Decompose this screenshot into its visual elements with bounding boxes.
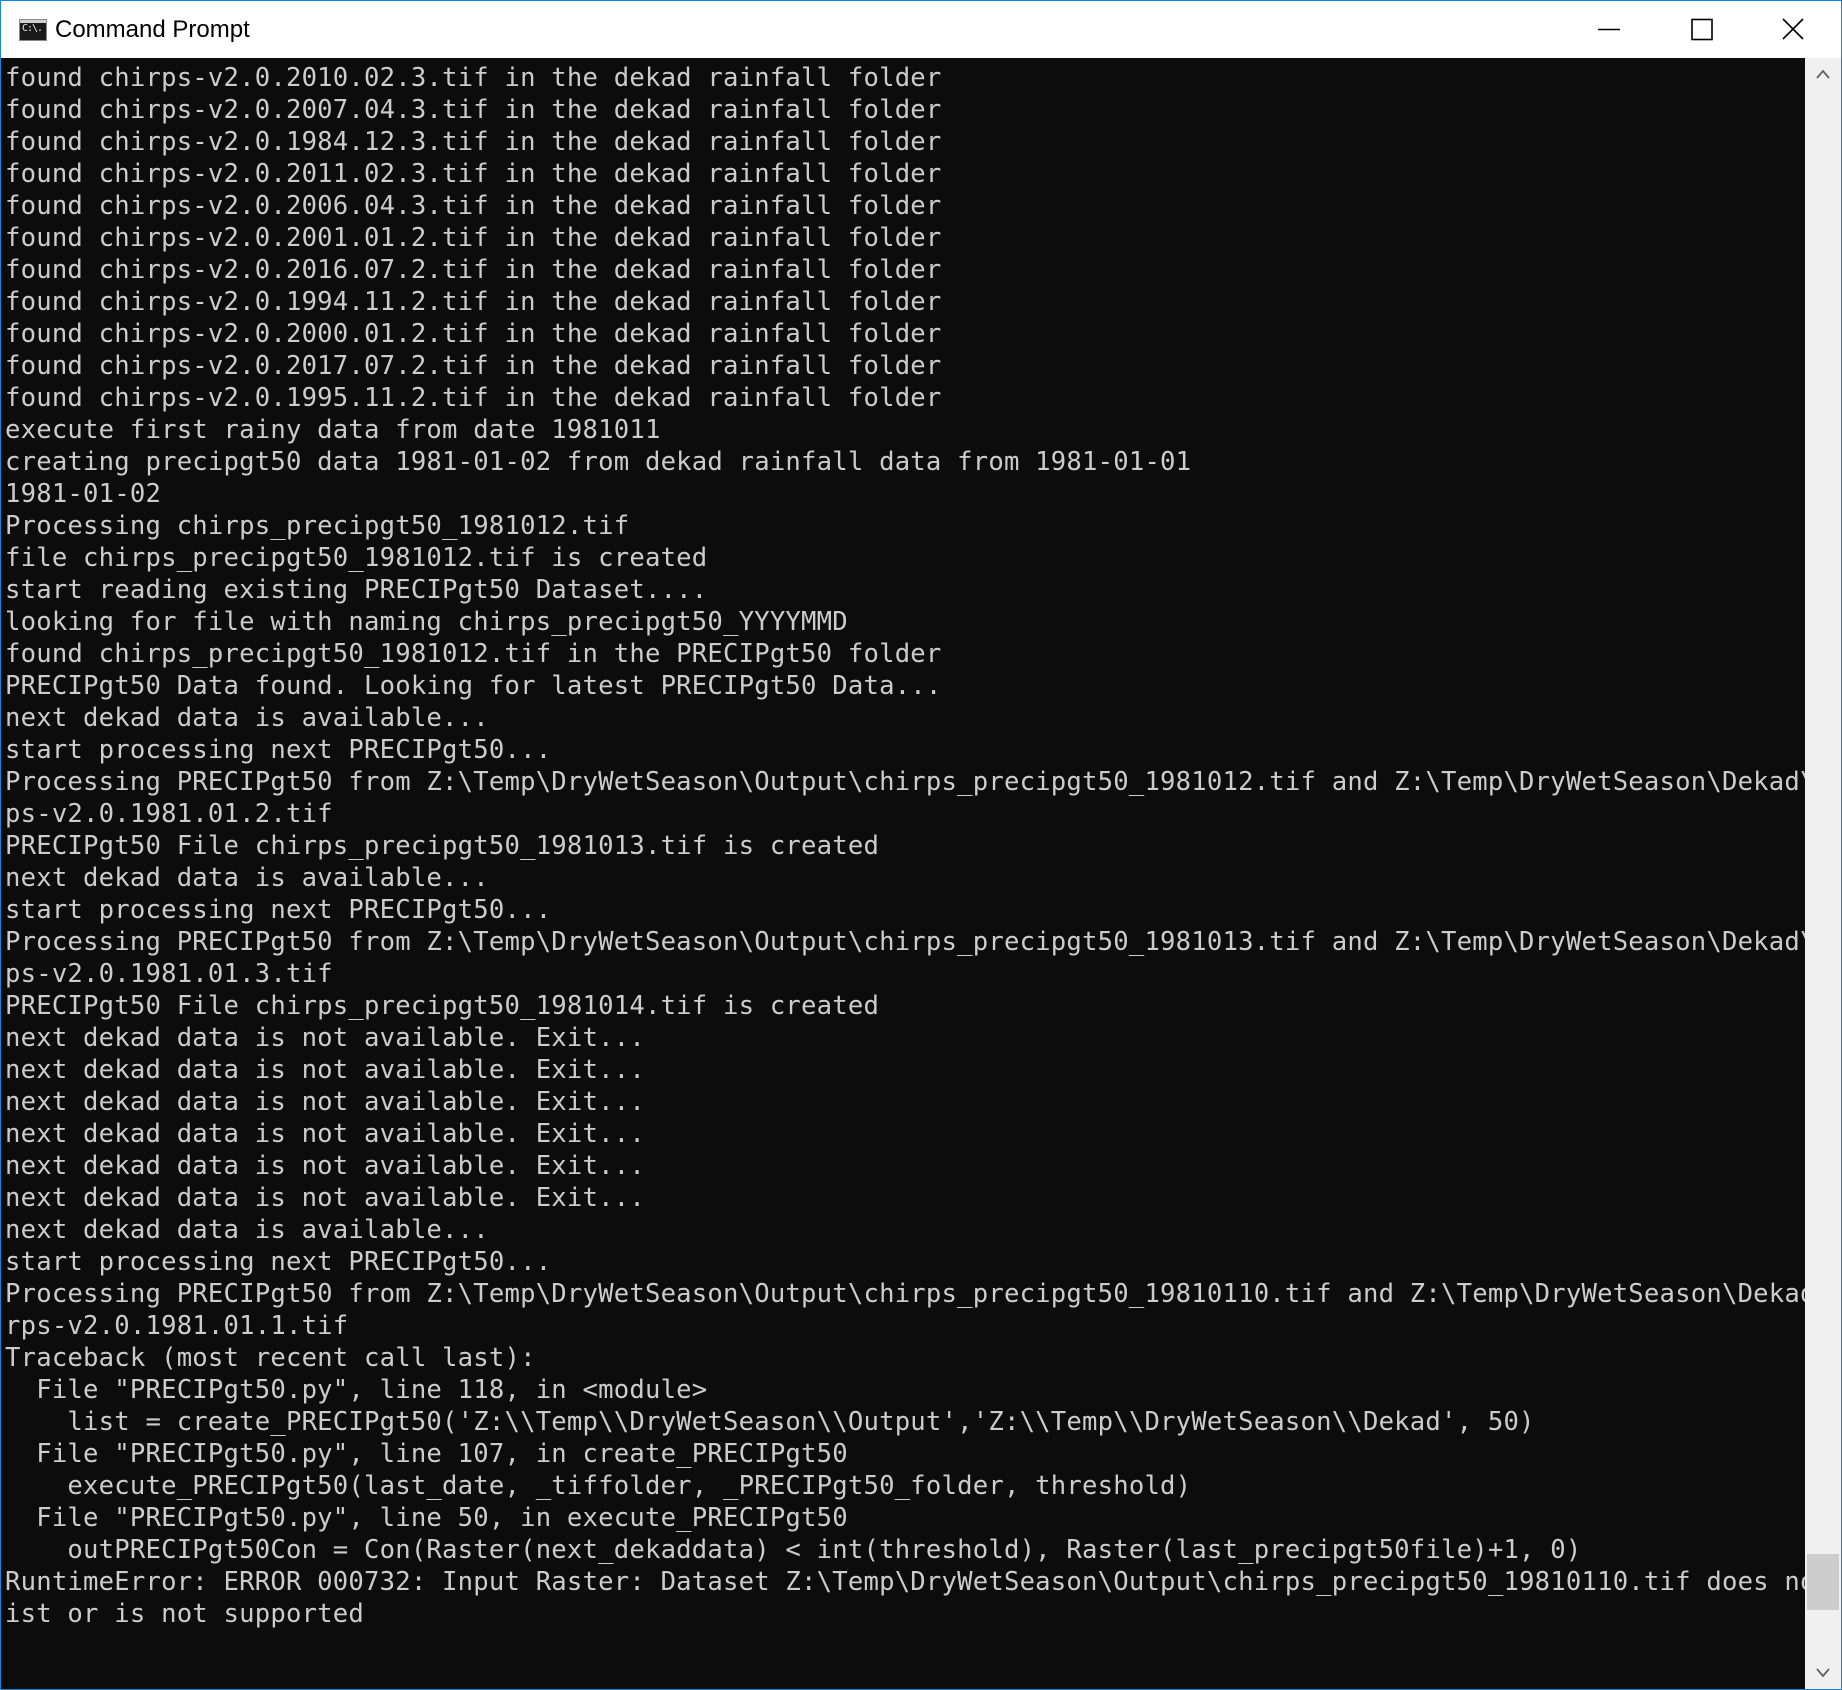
close-icon [1782, 18, 1804, 40]
cmd-icon[interactable]: C:\. [19, 19, 47, 41]
console-line: File "PRECIPgt50.py", line 50, in execut… [5, 1503, 848, 1533]
console-line: Processing PRECIPgt50 from Z:\Temp\DryWe… [5, 767, 1805, 797]
console-line: looking for file with naming chirps_prec… [5, 607, 848, 637]
console-line: start reading existing PRECIPgt50 Datase… [5, 575, 708, 605]
console-line: next dekad data is available... [5, 703, 489, 733]
minimize-icon [1598, 28, 1620, 31]
console-line: Processing PRECIPgt50 from Z:\Temp\DryWe… [5, 1279, 1805, 1309]
console-output-area[interactable]: found chirps-v2.0.2010.02.3.tif in the d… [1, 58, 1805, 1689]
console-line: execute_PRECIPgt50(last_date, _tiffolder… [5, 1471, 1192, 1501]
console-line: next dekad data is not available. Exit..… [5, 1087, 645, 1117]
console-line: next dekad data is not available. Exit..… [5, 1151, 645, 1181]
console-line: ist or is not supported [5, 1599, 365, 1629]
console-line: outPRECIPgt50Con = Con(Raster(next_dekad… [5, 1535, 1582, 1565]
window-title: Command Prompt [55, 16, 250, 43]
console-line: start processing next PRECIPgt50... [5, 895, 552, 925]
scroll-down-arrow-icon [1816, 1668, 1830, 1678]
console-line: next dekad data is not available. Exit..… [5, 1055, 645, 1085]
console-line: next dekad data is available... [5, 1215, 489, 1245]
minimize-button[interactable] [1563, 1, 1655, 58]
cmd-icon-text: C:\. [22, 23, 43, 34]
close-button[interactable] [1747, 1, 1839, 58]
console-line: next dekad data is not available. Exit..… [5, 1119, 645, 1149]
console-line: found chirps-v2.0.2016.07.2.tif in the d… [5, 255, 942, 285]
console-line: next dekad data is available... [5, 863, 489, 893]
console-line: found chirps-v2.0.1984.12.3.tif in the d… [5, 127, 942, 157]
console-line: found chirps-v2.0.2007.04.3.tif in the d… [5, 95, 942, 125]
console-line: file chirps_precipgt50_1981012.tif is cr… [5, 543, 708, 573]
console-line: found chirps-v2.0.2011.02.3.tif in the d… [5, 159, 942, 189]
console-line: found chirps-v2.0.1994.11.2.tif in the d… [5, 287, 942, 317]
console-line: list = create_PRECIPgt50('Z:\\Temp\\DryW… [5, 1407, 1535, 1437]
command-prompt-window: C:\. Command Prompt found chirps-v2.0.20… [0, 0, 1842, 1690]
scroll-down-button[interactable] [1805, 1655, 1841, 1689]
console-line: start processing next PRECIPgt50... [5, 735, 552, 765]
vertical-scrollbar[interactable] [1805, 58, 1841, 1689]
console-line: next dekad data is not available. Exit..… [5, 1183, 645, 1213]
console-line: Processing chirps_precipgt50_1981012.tif [5, 511, 630, 541]
console-line: Processing PRECIPgt50 from Z:\Temp\DryWe… [5, 927, 1805, 957]
console-line: found chirps-v2.0.1995.11.2.tif in the d… [5, 383, 942, 413]
console-line: PRECIPgt50 File chirps_precipgt50_198101… [5, 991, 880, 1021]
console-line: found chirps-v2.0.2000.01.2.tif in the d… [5, 319, 942, 349]
console-line: found chirps_precipgt50_1981012.tif in t… [5, 639, 942, 669]
console-line: found chirps-v2.0.2010.02.3.tif in the d… [5, 63, 942, 93]
scroll-thumb[interactable] [1807, 1553, 1839, 1610]
console-line: PRECIPgt50 File chirps_precipgt50_198101… [5, 831, 880, 861]
title-bar[interactable]: C:\. Command Prompt [1, 1, 1841, 58]
console-line: File "PRECIPgt50.py", line 107, in creat… [5, 1439, 848, 1469]
maximize-button[interactable] [1655, 1, 1747, 58]
console-line: ps-v2.0.1981.01.3.tif [5, 959, 333, 989]
console-line: next dekad data is not available. Exit..… [5, 1023, 645, 1053]
maximize-icon [1691, 18, 1713, 41]
scroll-up-arrow-icon [1816, 69, 1830, 79]
console-line: RuntimeError: ERROR 000732: Input Raster… [5, 1567, 1805, 1597]
console-line: rps-v2.0.1981.01.1.tif [5, 1311, 349, 1341]
console-line: Traceback (most recent call last): [5, 1343, 536, 1373]
console-line: File "PRECIPgt50.py", line 118, in <modu… [5, 1375, 708, 1405]
console-line: 1981-01-02 [5, 479, 162, 509]
console-line: creating precipgt50 data 1981-01-02 from… [5, 447, 1192, 477]
console-line: found chirps-v2.0.2001.01.2.tif in the d… [5, 223, 942, 253]
console-line: ps-v2.0.1981.01.2.tif [5, 799, 333, 829]
console-output: found chirps-v2.0.2010.02.3.tif in the d… [1, 58, 1805, 1630]
console-line: PRECIPgt50 Data found. Looking for lates… [5, 671, 942, 701]
console-line: execute first rainy data from date 19810… [5, 415, 661, 445]
scroll-up-button[interactable] [1805, 58, 1841, 92]
console-line: found chirps-v2.0.2006.04.3.tif in the d… [5, 191, 942, 221]
console-line: found chirps-v2.0.2017.07.2.tif in the d… [5, 351, 942, 381]
console-line: start processing next PRECIPgt50... [5, 1247, 552, 1277]
